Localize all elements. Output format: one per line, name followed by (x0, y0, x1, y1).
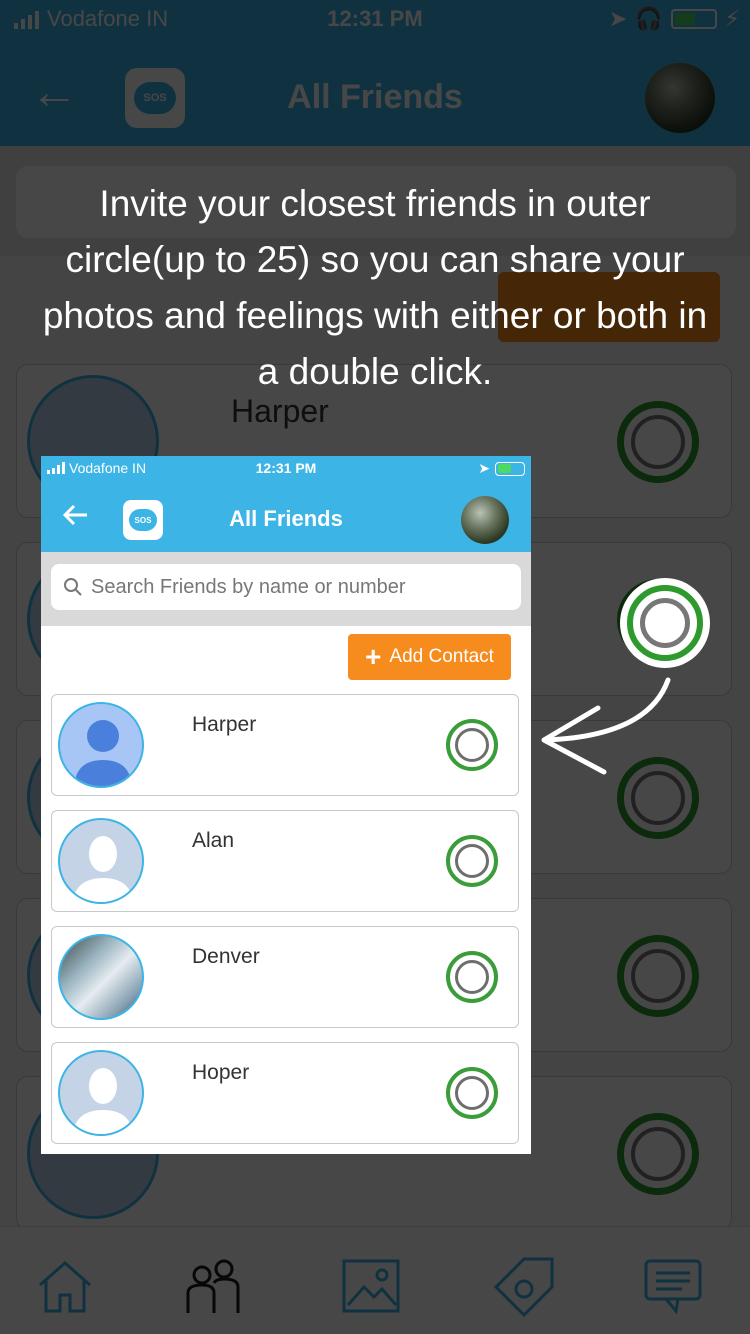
highlight-circle-icon (620, 578, 710, 668)
status-bar: Vodafone IN 12:31 PM ➤ (41, 456, 531, 480)
search-icon (64, 578, 82, 596)
page-title: All Friends (229, 506, 343, 531)
circle-toggle-icon[interactable] (446, 1067, 498, 1119)
avatar (58, 702, 144, 788)
add-contact-button[interactable]: + Add Contact (348, 634, 511, 680)
friend-name: Harper (192, 713, 257, 736)
location-icon: ➤ (478, 460, 490, 476)
avatar (58, 1050, 144, 1136)
app-header: SOS All Friends (41, 480, 531, 552)
circle-toggle-icon[interactable] (446, 951, 498, 1003)
search-input[interactable] (91, 575, 511, 599)
list-item[interactable]: Hoper (51, 1042, 519, 1144)
battery-icon (495, 461, 525, 476)
list-item[interactable]: Harper (51, 694, 519, 796)
friend-name: Denver (192, 945, 260, 968)
add-contact-label: Add Contact (389, 646, 494, 667)
search-box[interactable] (51, 564, 521, 610)
friend-name: Hoper (192, 1061, 250, 1084)
list-item[interactable]: Alan (51, 810, 519, 912)
search-area (41, 552, 531, 626)
profile-avatar[interactable] (461, 496, 509, 544)
avatar (58, 818, 144, 904)
status-time: 12:31 PM (255, 460, 317, 476)
circle-toggle-icon[interactable] (446, 835, 498, 887)
circle-toggle-icon[interactable] (446, 719, 498, 771)
avatar (58, 934, 144, 1020)
pointer-arrow-icon (541, 677, 671, 775)
tutorial-screenshot: Vodafone IN 12:31 PM ➤ SOS All Friends +… (41, 456, 531, 1154)
friend-name: Alan (192, 829, 235, 852)
plus-icon: + (365, 641, 382, 672)
tutorial-tip-text: Invite your closest friends in outer cir… (42, 183, 708, 392)
list-item[interactable]: Denver (51, 926, 519, 1028)
